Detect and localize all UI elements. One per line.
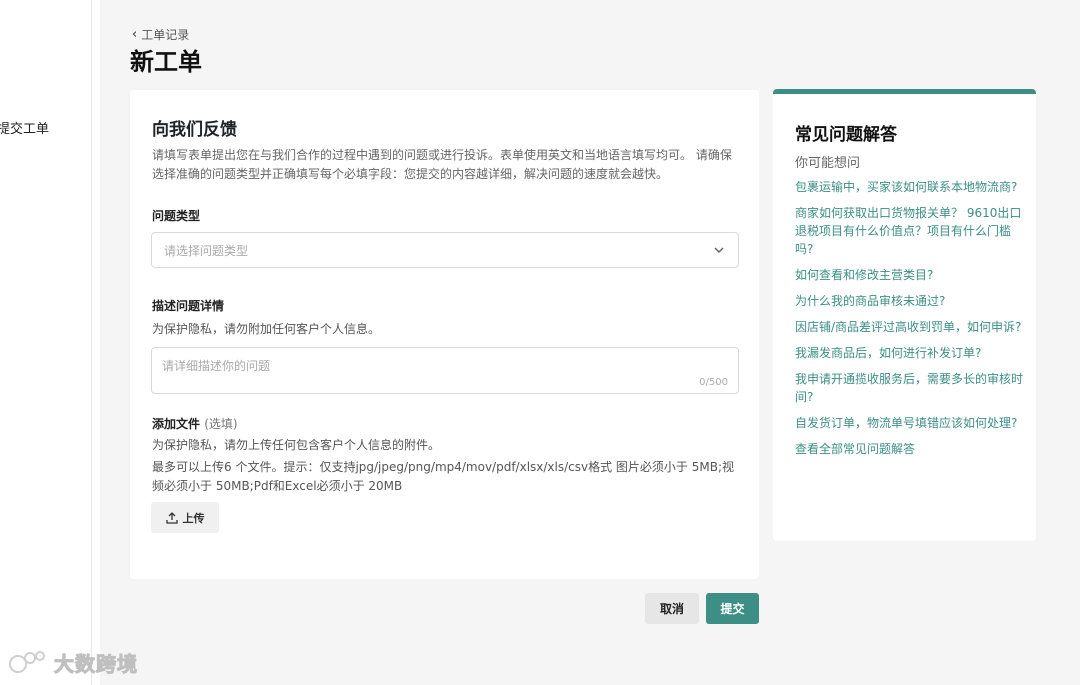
description-textarea[interactable] — [152, 348, 738, 393]
issue-type-label: 问题类型 — [152, 209, 201, 223]
faq-link[interactable]: 商家如何获取出口货物报关单？ 9610出口退税项目有什么价值点？项目有什么门槛吗… — [795, 204, 1023, 258]
description-textarea-wrapper: 0/500 — [151, 347, 739, 394]
faq-link[interactable]: 我漏发商品后，如何进行补发订单? — [795, 344, 1023, 362]
faq-link[interactable]: 包裹运输中，买家该如何联系本地物流商? — [795, 178, 1023, 196]
submit-button[interactable]: 提交 — [706, 593, 759, 624]
attachments-label-text: 添加文件 — [152, 417, 201, 431]
issue-type-select[interactable]: 请选择问题类型 — [151, 232, 739, 268]
faq-link[interactable]: 自发货订单，物流单号填错应该如何处理? — [795, 414, 1023, 432]
sidebar: 提交工单 — [0, 0, 92, 685]
faq-link[interactable]: 我申请开通揽收服务后，需要多长的审核时间? — [795, 370, 1023, 406]
attachments-optional: (选填) — [204, 417, 238, 431]
faq-list: 包裹运输中，买家该如何联系本地物流商? 商家如何获取出口货物报关单？ 9610出… — [795, 178, 1023, 466]
breadcrumb[interactable]: ‹ 工单记录 — [132, 26, 189, 43]
form-title: 向我们反馈 — [152, 120, 237, 140]
watermark: 大数跨境 — [8, 648, 138, 677]
chevron-left-icon: ‹ — [132, 27, 138, 42]
attachments-privacy-hint: 为保护隐私，请勿上传任何包含客户个人信息的附件。 — [152, 438, 441, 452]
list-item: 包裹运输中，买家该如何联系本地物流商? — [795, 178, 1023, 196]
faq-link[interactable]: 为什么我的商品审核未通过? — [795, 292, 1023, 310]
chevron-down-icon — [714, 247, 724, 254]
watermark-text: 大数跨境 — [54, 652, 138, 677]
watermark-logo-icon — [9, 650, 45, 673]
attachments-label: 添加文件 (选填) — [152, 415, 238, 432]
faq-link[interactable]: 因店铺/商品差评过高收到罚单，如何申诉? — [795, 318, 1023, 336]
list-item: 自发货订单，物流单号填错应该如何处理? — [795, 414, 1023, 432]
list-item: 为什么我的商品审核未通过? — [795, 292, 1023, 310]
description-hint: 为保护隐私，请勿附加任何客户个人信息。 — [152, 322, 381, 336]
faq-subtitle: 你可能想问 — [795, 156, 861, 171]
list-item: 如何查看和修改主营类目? — [795, 266, 1023, 284]
list-item: 我申请开通揽收服务后，需要多长的审核时间? — [795, 370, 1023, 406]
faq-link[interactable]: 如何查看和修改主营类目? — [795, 266, 1023, 284]
main-content: ‹ 工单记录 新工单 向我们反馈 请填写表单提出您在与我们合作的过程中遇到的问题… — [100, 0, 1080, 685]
breadcrumb-link[interactable]: 工单记录 — [141, 26, 189, 43]
cancel-button[interactable]: 取消 — [645, 593, 699, 624]
faq-title: 常见问题解答 — [795, 125, 897, 145]
character-counter: 0/500 — [699, 377, 728, 388]
list-item: 商家如何获取出口货物报关单？ 9610出口退税项目有什么价值点？项目有什么门槛吗… — [795, 204, 1023, 258]
upload-button[interactable]: 上传 — [151, 502, 219, 533]
page-title: 新工单 — [130, 48, 202, 76]
form-intro: 请填写表单提出您在与我们合作的过程中遇到的问题或进行投诉。表单使用英文和当地语言… — [152, 148, 732, 181]
faq-card: 常见问题解答 你可能想问 包裹运输中，买家该如何联系本地物流商? 商家如何获取出… — [773, 89, 1036, 541]
sidebar-item-submit-ticket[interactable]: 提交工单 — [0, 118, 49, 137]
list-item: 因店铺/商品差评过高收到罚单，如何申诉? — [795, 318, 1023, 336]
list-item: 我漏发商品后，如何进行补发订单? — [795, 344, 1023, 362]
upload-button-label: 上传 — [182, 511, 205, 525]
issue-type-placeholder: 请选择问题类型 — [164, 243, 249, 258]
description-label: 描述问题详情 — [152, 299, 225, 313]
list-item: 查看全部常见问题解答 — [795, 440, 1023, 458]
attachments-limits-hint: 最多可以上传6 个文件。提示：仅支持jpg/jpeg/png/mp4/mov/p… — [152, 460, 735, 493]
feedback-form-card: 向我们反馈 请填写表单提出您在与我们合作的过程中遇到的问题或进行投诉。表单使用英… — [130, 90, 759, 579]
faq-view-all-link[interactable]: 查看全部常见问题解答 — [795, 440, 1023, 458]
upload-icon — [165, 511, 178, 524]
